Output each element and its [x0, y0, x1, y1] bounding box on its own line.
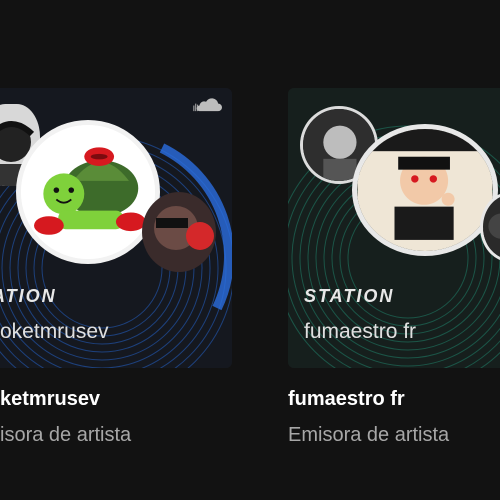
station-label: STATION: [304, 286, 395, 306]
artist-avatar-main: [16, 120, 160, 264]
station-artist-name: fumaestro fr: [304, 320, 417, 343]
card-subtitle: isora de artista: [0, 424, 132, 446]
station-card-fumaestro-fr[interactable]: STATION fumaestro fr fumaestro fr Emisor…: [278, 0, 500, 500]
artist-avatar-main: [352, 124, 498, 256]
card-title[interactable]: ketmrusev: [0, 388, 100, 411]
station-cover[interactable]: STATION fumaestro fr: [288, 88, 500, 368]
station-cover[interactable]: ATION oketmrusev: [0, 88, 232, 368]
card-title[interactable]: fumaestro fr: [288, 388, 405, 411]
station-artist-name: oketmrusev: [0, 320, 109, 343]
cloud-icon: [193, 98, 222, 112]
card-subtitle: Emisora de artista: [288, 424, 450, 446]
artist-avatar-secondary: [142, 192, 216, 272]
station-card-oketmrusev[interactable]: ATION oketmrusev ketmrusev isora de arti…: [0, 0, 252, 500]
station-label: ATION: [0, 286, 57, 306]
